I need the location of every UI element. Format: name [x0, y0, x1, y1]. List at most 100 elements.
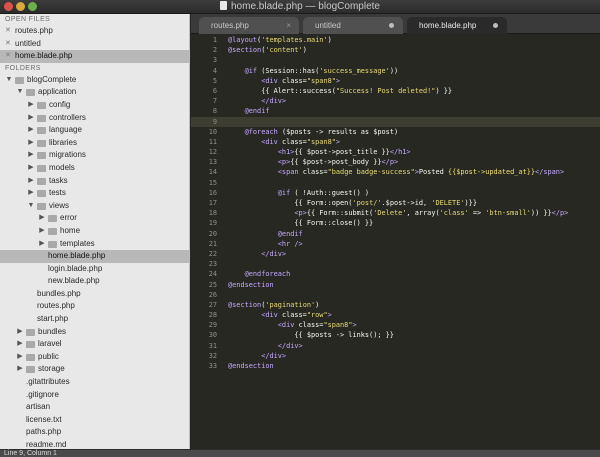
- code-line[interactable]: 7 </div>: [191, 96, 600, 106]
- tree-file-item[interactable]: bundles.php: [0, 288, 189, 301]
- code-line[interactable]: 19 {{ Form::close() }}: [191, 218, 600, 228]
- tab-routes-php[interactable]: routes.php ×: [199, 17, 299, 34]
- chevron-right-icon[interactable]: ▶: [27, 187, 35, 200]
- title-bar: home.blade.php — blogComplete: [0, 0, 600, 14]
- tree-file-item[interactable]: artisan: [0, 401, 189, 414]
- chevron-right-icon[interactable]: ▶: [38, 225, 46, 238]
- code-line[interactable]: 2 @section('content'): [191, 45, 600, 55]
- code-line[interactable]: 27 @section('pagination'): [191, 300, 600, 310]
- tree-folder-item[interactable]: ▼ views: [0, 200, 189, 213]
- close-icon[interactable]: ✕: [5, 25, 11, 38]
- modified-dot-icon[interactable]: [493, 23, 498, 28]
- code-line[interactable]: 3: [191, 55, 600, 65]
- code-line[interactable]: 6 {{ Alert::success("Success! Post delet…: [191, 86, 600, 96]
- tree-folder-item[interactable]: ▶ models: [0, 162, 189, 175]
- code-line[interactable]: 16 @if ( !Auth::guest() ): [191, 188, 600, 198]
- tree-file-item[interactable]: home.blade.php: [0, 250, 189, 263]
- chevron-down-icon[interactable]: ▼: [5, 74, 13, 87]
- code-line[interactable]: 31 </div>: [191, 341, 600, 351]
- tree-folder-item[interactable]: ▶ public: [0, 351, 189, 364]
- tree-folder-item[interactable]: ▶ error: [0, 212, 189, 225]
- tree-file-item[interactable]: readme.md: [0, 439, 189, 449]
- open-file-item[interactable]: ✕ untitled: [0, 38, 189, 51]
- tree-folder-item[interactable]: ▶ bundles: [0, 326, 189, 339]
- code-line[interactable]: 22 </div>: [191, 249, 600, 259]
- chevron-right-icon[interactable]: ▶: [27, 99, 35, 112]
- code-text: <p>{{ Form::submit('Delete', array('clas…: [228, 208, 568, 218]
- tree-folder-item[interactable]: ▼ application: [0, 86, 189, 99]
- code-line[interactable]: 23: [191, 259, 600, 269]
- chevron-down-icon[interactable]: ▼: [27, 200, 35, 213]
- chevron-right-icon[interactable]: ▶: [38, 238, 46, 251]
- modified-dot-icon[interactable]: [389, 23, 394, 28]
- tree-file-item[interactable]: login.blade.php: [0, 263, 189, 276]
- tree-folder-item[interactable]: ▶ storage: [0, 363, 189, 376]
- code-line[interactable]: 10 @foreach ($posts -> results as $post): [191, 127, 600, 137]
- tree-file-item[interactable]: .gitignore: [0, 389, 189, 402]
- code-line[interactable]: 12 <h1>{{ $post->post_title }}</h1>: [191, 147, 600, 157]
- chevron-right-icon[interactable]: ▶: [27, 112, 35, 125]
- tree-folder-item[interactable]: ▶ libraries: [0, 137, 189, 150]
- tab-home-blade-php[interactable]: home.blade.php: [407, 17, 507, 34]
- code-line[interactable]: 15: [191, 178, 600, 188]
- open-file-item[interactable]: ✕ home.blade.php: [0, 50, 189, 63]
- chevron-right-icon[interactable]: ▶: [16, 326, 24, 339]
- code-line[interactable]: 25 @endsection: [191, 280, 600, 290]
- tree-folder-item[interactable]: ▶ home: [0, 225, 189, 238]
- code-line[interactable]: 33 @endsection: [191, 361, 600, 371]
- chevron-down-icon[interactable]: ▼: [16, 86, 24, 99]
- tab-untitled[interactable]: untitled: [303, 17, 403, 34]
- code-line[interactable]: 14 <span class="badge badge-success">Pos…: [191, 167, 600, 177]
- tree-file-item[interactable]: start.php: [0, 313, 189, 326]
- chevron-right-icon[interactable]: ▶: [27, 175, 35, 188]
- code-line[interactable]: 18 <p>{{ Form::submit('Delete', array('c…: [191, 208, 600, 218]
- chevron-right-icon[interactable]: ▶: [16, 363, 24, 376]
- chevron-right-icon[interactable]: ▶: [27, 137, 35, 150]
- chevron-right-icon[interactable]: ▶: [27, 124, 35, 137]
- code-line[interactable]: 4 @if (Session::has('success_message')): [191, 66, 600, 76]
- code-content[interactable]: 1 @layout('templates.main') 2 @section('con…: [191, 35, 600, 371]
- tree-folder-item[interactable]: ▶ controllers: [0, 112, 189, 125]
- close-icon[interactable]: ✕: [5, 38, 11, 51]
- code-line[interactable]: 1 @layout('templates.main'): [191, 35, 600, 45]
- code-line[interactable]: 20 @endif: [191, 229, 600, 239]
- chevron-right-icon[interactable]: ▶: [38, 212, 46, 225]
- code-text: @section('content'): [228, 45, 307, 55]
- code-line[interactable]: 30 {{ $posts -> links(); }}: [191, 330, 600, 340]
- code-line[interactable]: 9: [191, 116, 600, 127]
- tree-file-item[interactable]: .gitattributes: [0, 376, 189, 389]
- tree-folder-item[interactable]: ▶ tasks: [0, 175, 189, 188]
- tree-folder-item[interactable]: ▶ tests: [0, 187, 189, 200]
- chevron-right-icon[interactable]: ▶: [27, 149, 35, 162]
- open-file-item[interactable]: ✕ routes.php: [0, 25, 189, 38]
- code-line[interactable]: 11 <div class="span8">: [191, 137, 600, 147]
- code-editor[interactable]: 1 @layout('templates.main') 2 @section('con…: [191, 35, 600, 449]
- code-line[interactable]: 32 </div>: [191, 351, 600, 361]
- line-number: 21: [208, 239, 217, 248]
- tree-folder-item[interactable]: ▶ templates: [0, 238, 189, 251]
- tree-folder-item[interactable]: ▶ config: [0, 99, 189, 112]
- tree-file-item[interactable]: new.blade.php: [0, 275, 189, 288]
- chevron-right-icon[interactable]: ▶: [16, 338, 24, 351]
- close-icon[interactable]: ✕: [5, 50, 11, 63]
- chevron-right-icon[interactable]: ▶: [27, 162, 35, 175]
- code-line[interactable]: 29 <div class="span8">: [191, 320, 600, 330]
- tree-file-item[interactable]: routes.php: [0, 300, 189, 313]
- code-line[interactable]: 26: [191, 290, 600, 300]
- tree-file-item[interactable]: license.txt: [0, 414, 189, 427]
- tree-folder-item[interactable]: ▶ laravel: [0, 338, 189, 351]
- tree-folder-item[interactable]: ▶ migrations: [0, 149, 189, 162]
- chevron-right-icon[interactable]: ▶: [16, 351, 24, 364]
- code-line[interactable]: 28 <div class="row">: [191, 310, 600, 320]
- close-icon[interactable]: ×: [286, 17, 291, 34]
- code-token: Posted: [418, 168, 448, 177]
- code-line[interactable]: 13 <p>{{ $post->post_body }}</p>: [191, 157, 600, 167]
- tree-file-item[interactable]: paths.php: [0, 426, 189, 439]
- code-line[interactable]: 21 <hr />: [191, 239, 600, 249]
- code-line[interactable]: 5 <div class="span8">: [191, 76, 600, 86]
- code-line[interactable]: 17 {{ Form::open('post/'.$post->id, 'DEL…: [191, 198, 600, 208]
- tree-folder-item[interactable]: ▼ blogComplete: [0, 74, 189, 87]
- code-line[interactable]: 8 @endif: [191, 106, 600, 116]
- tree-folder-item[interactable]: ▶ language: [0, 124, 189, 137]
- code-line[interactable]: 24 @endforeach: [191, 269, 600, 279]
